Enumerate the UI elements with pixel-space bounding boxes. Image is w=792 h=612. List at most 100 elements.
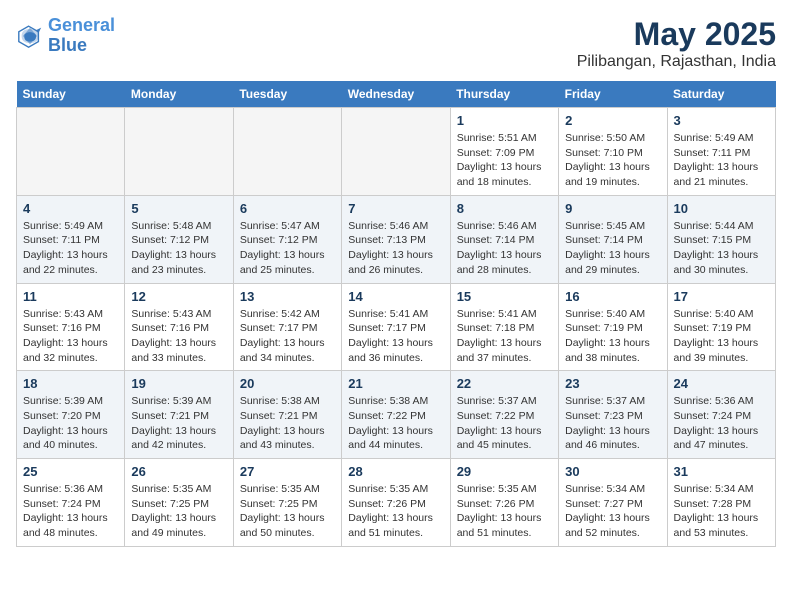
day-cell-3-1: 19Sunrise: 5:39 AMSunset: 7:21 PMDayligh… [125, 371, 233, 459]
day-number: 17 [674, 289, 769, 304]
day-info: Sunrise: 5:36 AMSunset: 7:24 PMDaylight:… [674, 394, 769, 453]
day-number: 6 [240, 201, 335, 216]
col-monday: Monday [125, 81, 233, 108]
day-info: Sunrise: 5:34 AMSunset: 7:27 PMDaylight:… [565, 482, 660, 541]
day-info: Sunrise: 5:49 AMSunset: 7:11 PMDaylight:… [23, 219, 118, 278]
day-info: Sunrise: 5:38 AMSunset: 7:22 PMDaylight:… [348, 394, 443, 453]
logo: General Blue [16, 16, 115, 56]
col-thursday: Thursday [450, 81, 558, 108]
logo-text-block: General Blue [48, 16, 115, 56]
day-info: Sunrise: 5:38 AMSunset: 7:21 PMDaylight:… [240, 394, 335, 453]
day-info: Sunrise: 5:37 AMSunset: 7:23 PMDaylight:… [565, 394, 660, 453]
day-number: 28 [348, 464, 443, 479]
day-number: 2 [565, 113, 660, 128]
day-number: 31 [674, 464, 769, 479]
day-number: 14 [348, 289, 443, 304]
day-cell-2-3: 14 Sunrise: 5:41 AMSunset: 7:17 PMDayligh… [342, 283, 450, 371]
day-cell-4-1: 26 Sunrise: 5:35 AMSunset: 7:25 PMDayligh… [125, 459, 233, 547]
day-info: Sunrise: 5:43 AMSunset: 7:16 PMDaylight:… [23, 307, 118, 366]
day-cell-1-0: 4 Sunrise: 5:49 AMSunset: 7:11 PMDaylight… [17, 195, 125, 283]
week-row-3: 11 Sunrise: 5:43 AMSunset: 7:16 PMDayligh… [17, 283, 776, 371]
day-info: Sunrise: 5:46 AMSunset: 7:14 PMDaylight:… [457, 219, 552, 278]
day-info: Sunrise: 5:50 AMSunset: 7:10 PMDaylight:… [565, 131, 660, 190]
day-cell-3-4: 22 Sunrise: 5:37 AMSunset: 7:22 PMDayligh… [450, 371, 558, 459]
day-info: Sunrise: 5:40 AMSunset: 7:19 PMDaylight:… [565, 307, 660, 366]
day-cell-4-6: 31 Sunrise: 5:34 AMSunset: 7:28 PMDayligh… [667, 459, 775, 547]
day-cell-0-0 [17, 108, 125, 196]
day-number: 10 [674, 201, 769, 216]
day-cell-2-1: 12 Sunrise: 5:43 AMSunset: 7:16 PMDayligh… [125, 283, 233, 371]
day-cell-0-4: 1 Sunrise: 5:51 AMSunset: 7:09 PMDaylight… [450, 108, 558, 196]
day-cell-1-5: 9Sunrise: 5:45 AMSunset: 7:14 PMDaylight… [559, 195, 667, 283]
day-number: 7 [348, 201, 443, 216]
day-info: Sunrise: 5:35 AMSunset: 7:25 PMDaylight:… [240, 482, 335, 541]
day-cell-1-2: 6 Sunrise: 5:47 AMSunset: 7:12 PMDaylight… [233, 195, 341, 283]
day-info: Sunrise: 5:46 AMSunset: 7:13 PMDaylight:… [348, 219, 443, 278]
day-cell-3-3: 21Sunrise: 5:38 AMSunset: 7:22 PMDayligh… [342, 371, 450, 459]
col-wednesday: Wednesday [342, 81, 450, 108]
week-row-2: 4 Sunrise: 5:49 AMSunset: 7:11 PMDaylight… [17, 195, 776, 283]
day-number: 3 [674, 113, 769, 128]
day-info: Sunrise: 5:51 AMSunset: 7:09 PMDaylight:… [457, 131, 552, 190]
day-info: Sunrise: 5:35 AMSunset: 7:26 PMDaylight:… [457, 482, 552, 541]
day-cell-0-2 [233, 108, 341, 196]
day-info: Sunrise: 5:43 AMSunset: 7:16 PMDaylight:… [131, 307, 226, 366]
day-cell-1-4: 8 Sunrise: 5:46 AMSunset: 7:14 PMDaylight… [450, 195, 558, 283]
day-number: 11 [23, 289, 118, 304]
day-number: 12 [131, 289, 226, 304]
day-cell-2-0: 11 Sunrise: 5:43 AMSunset: 7:16 PMDayligh… [17, 283, 125, 371]
day-info: Sunrise: 5:45 AMSunset: 7:14 PMDaylight:… [565, 219, 660, 278]
day-number: 16 [565, 289, 660, 304]
day-cell-4-2: 27 Sunrise: 5:35 AMSunset: 7:25 PMDayligh… [233, 459, 341, 547]
day-info: Sunrise: 5:37 AMSunset: 7:22 PMDaylight:… [457, 394, 552, 453]
day-cell-1-1: 5Sunrise: 5:48 AMSunset: 7:12 PMDaylight… [125, 195, 233, 283]
day-cell-2-6: 17 Sunrise: 5:40 AMSunset: 7:19 PMDayligh… [667, 283, 775, 371]
day-cell-0-1 [125, 108, 233, 196]
day-info: Sunrise: 5:39 AMSunset: 7:21 PMDaylight:… [131, 394, 226, 453]
day-info: Sunrise: 5:40 AMSunset: 7:19 PMDaylight:… [674, 307, 769, 366]
month-title: May 2025 [577, 16, 776, 53]
day-info: Sunrise: 5:41 AMSunset: 7:17 PMDaylight:… [348, 307, 443, 366]
day-info: Sunrise: 5:39 AMSunset: 7:20 PMDaylight:… [23, 394, 118, 453]
day-number: 4 [23, 201, 118, 216]
logo-icon [16, 22, 44, 50]
day-cell-1-6: 10Sunrise: 5:44 AMSunset: 7:15 PMDayligh… [667, 195, 775, 283]
week-row-5: 25 Sunrise: 5:36 AMSunset: 7:24 PMDayligh… [17, 459, 776, 547]
day-info: Sunrise: 5:47 AMSunset: 7:12 PMDaylight:… [240, 219, 335, 278]
day-number: 25 [23, 464, 118, 479]
day-number: 15 [457, 289, 552, 304]
day-cell-3-2: 20 Sunrise: 5:38 AMSunset: 7:21 PMDayligh… [233, 371, 341, 459]
day-cell-2-4: 15 Sunrise: 5:41 AMSunset: 7:18 PMDayligh… [450, 283, 558, 371]
day-number: 20 [240, 376, 335, 391]
day-number: 22 [457, 376, 552, 391]
day-cell-4-5: 30 Sunrise: 5:34 AMSunset: 7:27 PMDayligh… [559, 459, 667, 547]
day-number: 30 [565, 464, 660, 479]
day-cell-4-3: 28 Sunrise: 5:35 AMSunset: 7:26 PMDayligh… [342, 459, 450, 547]
day-number: 8 [457, 201, 552, 216]
title-block: May 2025 Pilibangan, Rajasthan, India [577, 16, 776, 71]
day-cell-1-3: 7 Sunrise: 5:46 AMSunset: 7:13 PMDaylight… [342, 195, 450, 283]
day-number: 23 [565, 376, 660, 391]
day-info: Sunrise: 5:42 AMSunset: 7:17 PMDaylight:… [240, 307, 335, 366]
day-info: Sunrise: 5:34 AMSunset: 7:28 PMDaylight:… [674, 482, 769, 541]
col-sunday: Sunday [17, 81, 125, 108]
day-cell-0-3 [342, 108, 450, 196]
day-cell-3-5: 23 Sunrise: 5:37 AMSunset: 7:23 PMDayligh… [559, 371, 667, 459]
day-cell-4-4: 29Sunrise: 5:35 AMSunset: 7:26 PMDayligh… [450, 459, 558, 547]
day-info: Sunrise: 5:36 AMSunset: 7:24 PMDaylight:… [23, 482, 118, 541]
day-number: 1 [457, 113, 552, 128]
week-row-1: 1 Sunrise: 5:51 AMSunset: 7:09 PMDaylight… [17, 108, 776, 196]
day-info: Sunrise: 5:35 AMSunset: 7:25 PMDaylight:… [131, 482, 226, 541]
day-info: Sunrise: 5:35 AMSunset: 7:26 PMDaylight:… [348, 482, 443, 541]
day-number: 27 [240, 464, 335, 479]
col-tuesday: Tuesday [233, 81, 341, 108]
day-cell-0-5: 2 Sunrise: 5:50 AMSunset: 7:10 PMDaylight… [559, 108, 667, 196]
header-row: Sunday Monday Tuesday Wednesday Thursday… [17, 81, 776, 108]
calendar-table: Sunday Monday Tuesday Wednesday Thursday… [16, 81, 776, 547]
col-saturday: Saturday [667, 81, 775, 108]
day-info: Sunrise: 5:41 AMSunset: 7:18 PMDaylight:… [457, 307, 552, 366]
day-cell-2-2: 13 Sunrise: 5:42 AMSunset: 7:17 PMDayligh… [233, 283, 341, 371]
day-number: 26 [131, 464, 226, 479]
day-number: 13 [240, 289, 335, 304]
day-info: Sunrise: 5:49 AMSunset: 7:11 PMDaylight:… [674, 131, 769, 190]
